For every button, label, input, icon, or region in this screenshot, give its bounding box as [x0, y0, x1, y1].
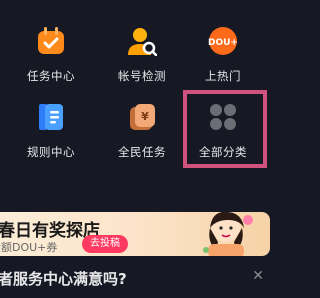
money-bag-icon: ¥	[130, 104, 155, 130]
grid-item-public-task[interactable]: ¥ 全民任务	[97, 76, 187, 166]
grid-item-label: 规则中心	[27, 145, 75, 159]
grid-item-rules-center[interactable]: 规则中心	[6, 76, 96, 166]
submit-post-button[interactable]: 去投稿	[82, 235, 128, 253]
dou-plus-icon: DOU+	[208, 27, 238, 55]
close-icon[interactable]: ✕	[252, 268, 264, 284]
account-check-icon	[128, 28, 157, 56]
banner-subtitle: 大额DOU+券	[0, 241, 58, 254]
girl-illustration	[203, 212, 253, 256]
grid-item-label: 全民任务	[118, 145, 166, 159]
svg-text:DOU+: DOU+	[208, 38, 238, 48]
promo-banner[interactable]: 春日有奖探店 大额DOU+券 去投稿	[0, 212, 270, 256]
svg-text:¥: ¥	[141, 110, 149, 123]
task-calendar-icon	[38, 27, 64, 54]
rules-book-icon	[39, 104, 63, 130]
highlight-box	[183, 90, 267, 168]
